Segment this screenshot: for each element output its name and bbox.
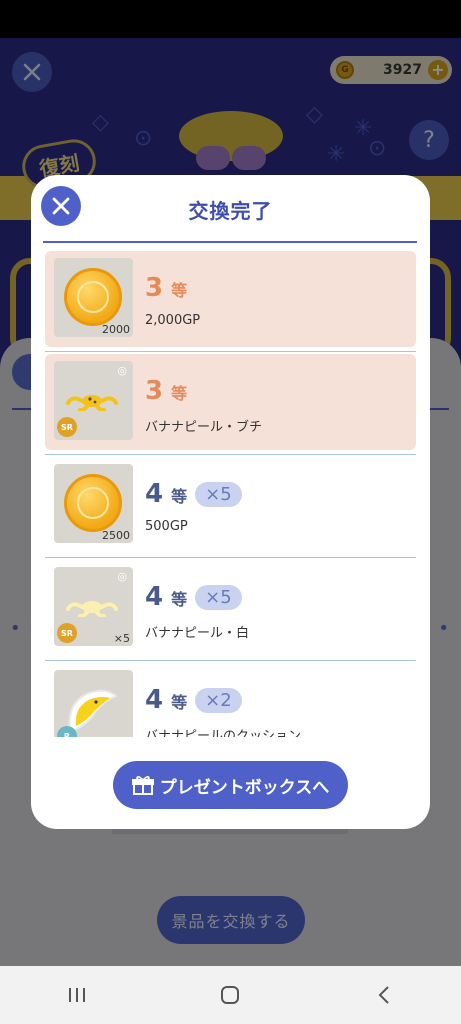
prize-row: ◎ SR 3 等 バナナピール・ブチ [45, 354, 416, 455]
exchange-complete-dialog: 交換完了 2000 3 等 2,000GP ◎ SR 3 等 バナナピール・ブチ… [31, 175, 430, 829]
prize-list[interactable]: 2000 3 等 2,000GP ◎ SR 3 等 バナナピール・ブチ 2500… [45, 251, 416, 737]
present-box-button[interactable]: プレゼントボックスへ [113, 761, 348, 809]
rank-number: 4 [145, 479, 164, 509]
thumbnail-value: 2000 [102, 323, 130, 336]
rank-number: 3 [145, 273, 164, 303]
thumbnail-quantity: ×2 [114, 735, 130, 737]
prize-rank: 3 等 [145, 376, 187, 406]
quantity-badge: ×5 [195, 584, 242, 610]
recent-apps-icon [68, 988, 85, 1002]
prize-name: バナナピール・白 [145, 626, 250, 641]
gold-coin-image [64, 474, 122, 532]
prize-thumbnail: ◎ SR ×5 [54, 567, 133, 646]
row-separator [45, 351, 416, 352]
status-bar [0, 0, 461, 38]
recent-apps-button[interactable] [47, 975, 107, 1015]
prize-name: 500GP [145, 519, 188, 534]
view-icon: ◎ [117, 570, 127, 583]
back-icon [378, 986, 389, 1004]
prize-name: バナナピールのクッション [145, 729, 302, 737]
banana-peel-image [66, 395, 118, 411]
home-icon [221, 986, 240, 1004]
present-box-label: プレゼントボックスへ [159, 777, 330, 798]
prize-thumbnail: 2500 [54, 464, 133, 543]
prize-row: ◎ SR ×5 4 等 ×5 バナナピール・白 [45, 560, 416, 661]
rarity-badge: SR [57, 417, 77, 437]
row-separator [45, 454, 416, 455]
system-navigation-bar [0, 966, 461, 1024]
prize-name: 2,000GP [145, 313, 201, 328]
prize-rank: 4 等 ×2 [145, 685, 242, 715]
prize-thumbnail: R ×2 [54, 670, 133, 737]
rank-suffix: 等 [171, 693, 188, 712]
quantity-badge: ×5 [195, 481, 242, 507]
back-button[interactable] [354, 975, 414, 1015]
thumbnail-value: 2500 [102, 529, 130, 542]
prize-thumbnail: 2000 [54, 258, 133, 337]
rarity-badge: SR [57, 623, 77, 643]
view-icon: ◎ [117, 364, 127, 377]
rank-suffix: 等 [171, 487, 188, 506]
prize-rank: 4 等 ×5 [145, 479, 242, 509]
rank-number: 4 [145, 685, 164, 715]
prize-row: R ×2 4 等 ×2 バナナピールのクッション [45, 663, 416, 737]
rank-suffix: 等 [171, 384, 188, 403]
gold-coin-image [64, 268, 122, 326]
row-separator [45, 660, 416, 661]
row-separator [45, 557, 416, 558]
prize-thumbnail: ◎ SR [54, 361, 133, 440]
banana-peel-image [66, 601, 118, 617]
title-divider [43, 241, 417, 243]
prize-rank: 3 等 [145, 273, 187, 303]
rank-suffix: 等 [171, 281, 188, 300]
gift-icon [131, 776, 154, 795]
thumbnail-quantity: ×5 [113, 632, 130, 645]
prize-name: バナナピール・ブチ [145, 420, 263, 435]
prize-row: 2000 3 等 2,000GP [45, 251, 416, 352]
rank-number: 4 [145, 582, 164, 612]
rank-suffix: 等 [171, 590, 188, 609]
rank-number: 3 [145, 376, 164, 406]
dialog-title: 交換完了 [188, 199, 273, 223]
quantity-badge: ×2 [195, 687, 242, 713]
prize-row: 2500 4 等 ×5 500GP [45, 457, 416, 558]
prize-rank: 4 等 ×5 [145, 582, 242, 612]
home-button[interactable] [200, 975, 260, 1015]
